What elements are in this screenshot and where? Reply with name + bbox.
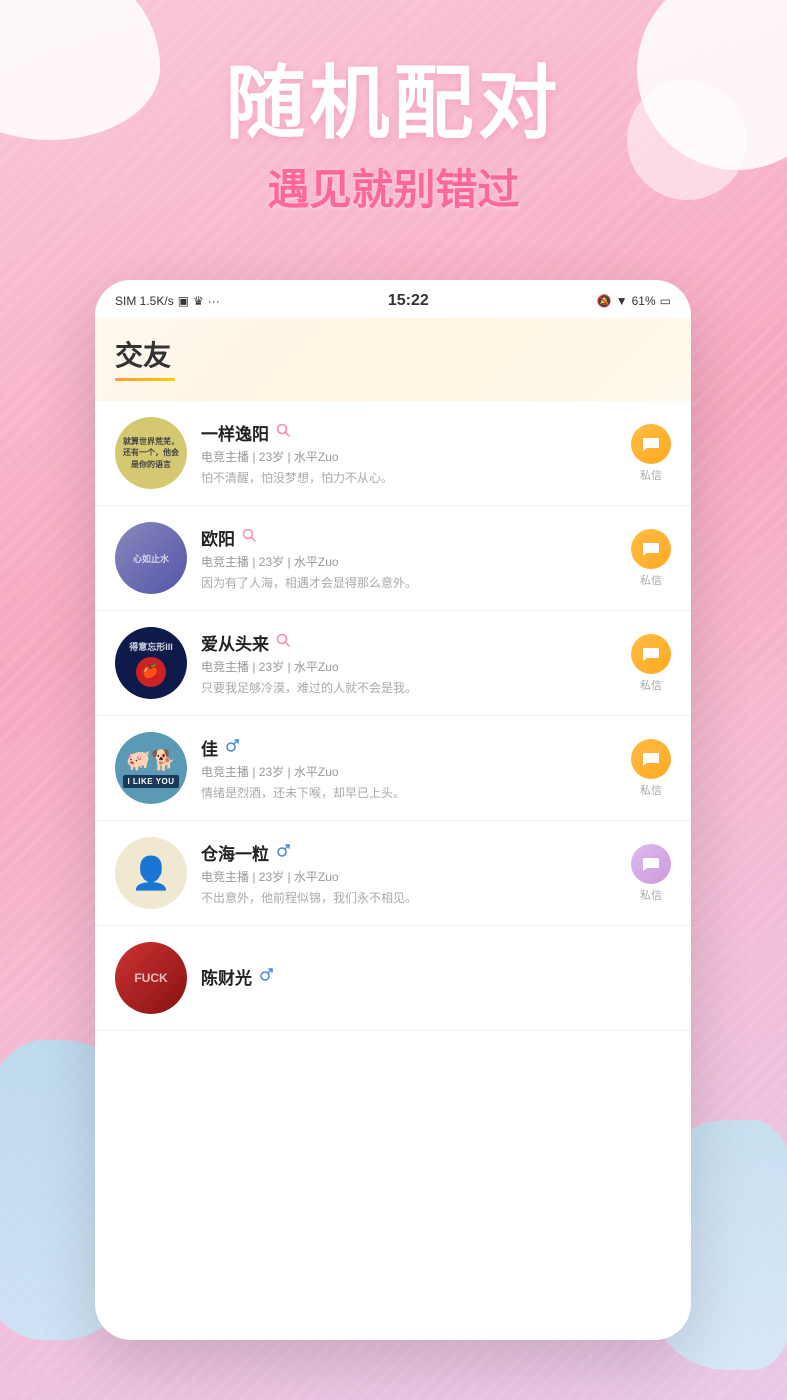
user-bio: 只要我足够冷漠，难过的人就不会是我。 (201, 679, 617, 696)
user-name-row: 仓海一粒 (201, 840, 617, 865)
male-gender-icon (275, 843, 291, 862)
male-gender-icon (258, 967, 274, 986)
pm-label: 私信 (640, 572, 662, 588)
male-gender-icon (224, 738, 240, 757)
clock: 15:22 (388, 292, 429, 310)
user-name: 爱从头来 (201, 630, 269, 655)
pm-circle (631, 739, 671, 779)
search-gender-icon (275, 632, 291, 653)
pm-button[interactable]: 私信 (631, 739, 671, 798)
user-bio: 怕不清醒，怕没梦想，怕力不从心。 (201, 469, 617, 486)
user-info: 仓海一粒 电竞主播 | 23岁 | 水平Zuo 不出意外，他前程似锦，我们永不相见… (201, 840, 617, 906)
user-avatar-5: 👤 (115, 837, 187, 909)
user-item[interactable]: 就算世界荒芜，还有一个，他会是你的语言一样逸阳 电竞主播 | 23岁 | 水平Z… (95, 401, 691, 506)
user-name-row: 欧阳 (201, 525, 617, 550)
app-header: 交友 (95, 318, 691, 401)
user-bio: 情绪是烈酒，还未下喉，却早已上头。 (201, 784, 617, 801)
user-name-row: 陈财光 (201, 964, 671, 989)
status-left: SIM 1.5K/s ▣ ♛ ··· (115, 294, 220, 308)
user-item[interactable]: 👤 仓海一粒 电竞主播 | 23岁 | 水平Zuo 不出意外，他前程似锦，我们永不相… (95, 821, 691, 926)
app-title: 交友 (115, 334, 671, 374)
user-meta: 电竞主播 | 23岁 | 水平Zuo (201, 658, 617, 675)
silent-icon: 🔕 (597, 294, 612, 308)
user-info: 爱从头来 电竞主播 | 23岁 | 水平Zuo 只要我足够冷漠，难过的人就不会是我… (201, 630, 617, 696)
user-info: 佳 电竞主播 | 23岁 | 水平Zuo 情绪是烈酒，还未下喉，却早已上头。 (201, 735, 617, 801)
user-avatar-6: FUCK (115, 942, 187, 1014)
hero-title: 随机配对 (0, 60, 787, 148)
user-info: 一样逸阳 电竞主播 | 23岁 | 水平Zuo 怕不清醒，怕没梦想，怕力不从心。 (201, 420, 617, 486)
user-name: 仓海一粒 (201, 840, 269, 865)
crown-icon: ♛ (193, 294, 204, 308)
dots-icon: ··· (208, 294, 220, 308)
pm-button[interactable]: 私信 (631, 529, 671, 588)
status-bar: SIM 1.5K/s ▣ ♛ ··· 15:22 🔕 ▼ 61% ▭ (95, 280, 691, 318)
user-avatar-4: 🐖🐕 I LIKE YOU (115, 732, 187, 804)
pm-circle (631, 424, 671, 464)
user-meta: 电竞主播 | 23岁 | 水平Zuo (201, 553, 617, 570)
search-gender-icon (241, 527, 257, 548)
user-bio: 因为有了人海，相遇才会显得那么意外。 (201, 574, 617, 591)
user-name-row: 爱从头来 (201, 630, 617, 655)
hero-subtitle: 遇见就别错过 (0, 156, 787, 217)
user-avatar-3: 得意忘形III 🍎 (115, 627, 187, 699)
user-name-row: 一样逸阳 (201, 420, 617, 445)
battery-text: 61% (632, 294, 656, 308)
user-item[interactable]: FUCK 陈财光 (95, 926, 691, 1031)
pm-label: 私信 (640, 887, 662, 903)
user-item[interactable]: 得意忘形III 🍎 爱从头来 电竞主播 | 23岁 | 水平Zuo 只要我足够冷漠… (95, 611, 691, 716)
pm-label: 私信 (640, 467, 662, 483)
user-meta: 电竞主播 | 23岁 | 水平Zuo (201, 763, 617, 780)
user-meta: 电竞主播 | 23岁 | 水平Zuo (201, 448, 617, 465)
user-avatar-2: 心如止水 (115, 522, 187, 594)
user-bio: 不出意外，他前程似锦，我们永不相见。 (201, 889, 617, 906)
user-name-row: 佳 (201, 735, 617, 760)
user-item[interactable]: 心如止水欧阳 电竞主播 | 23岁 | 水平Zuo 因为有了人海，相遇才会显得那么… (95, 506, 691, 611)
user-name: 欧阳 (201, 525, 235, 550)
battery-icon: ▭ (660, 294, 671, 308)
status-right: 🔕 ▼ 61% ▭ (597, 294, 671, 308)
phone-mockup: SIM 1.5K/s ▣ ♛ ··· 15:22 🔕 ▼ 61% ▭ 交友 就算… (95, 280, 691, 1340)
user-info: 欧阳 电竞主播 | 23岁 | 水平Zuo 因为有了人海，相遇才会显得那么意外。 (201, 525, 617, 591)
user-avatar-1: 就算世界荒芜，还有一个，他会是你的语言 (115, 417, 187, 489)
search-gender-icon (275, 422, 291, 443)
pm-button[interactable]: 私信 (631, 634, 671, 693)
user-meta: 电竞主播 | 23岁 | 水平Zuo (201, 868, 617, 885)
user-item[interactable]: 🐖🐕 I LIKE YOU 佳 电竞主播 | 23岁 | 水平Zuo 情绪是烈酒，… (95, 716, 691, 821)
user-name: 一样逸阳 (201, 420, 269, 445)
user-name: 佳 (201, 735, 218, 760)
pm-circle (631, 634, 671, 674)
title-underline (115, 378, 175, 381)
pm-label: 私信 (640, 677, 662, 693)
wifi-icon: ▼ (616, 294, 628, 308)
pm-button[interactable]: 私信 (631, 844, 671, 903)
signal-text: SIM 1.5K/s (115, 294, 174, 308)
pm-label: 私信 (640, 782, 662, 798)
user-list: 就算世界荒芜，还有一个，他会是你的语言一样逸阳 电竞主播 | 23岁 | 水平Z… (95, 401, 691, 1031)
user-name: 陈财光 (201, 964, 252, 989)
user-info: 陈财光 (201, 964, 671, 992)
pm-button[interactable]: 私信 (631, 424, 671, 483)
sim-icon: ▣ (178, 294, 189, 308)
pm-circle (631, 529, 671, 569)
pm-circle (631, 844, 671, 884)
hero-section: 随机配对 遇见就别错过 (0, 60, 787, 217)
